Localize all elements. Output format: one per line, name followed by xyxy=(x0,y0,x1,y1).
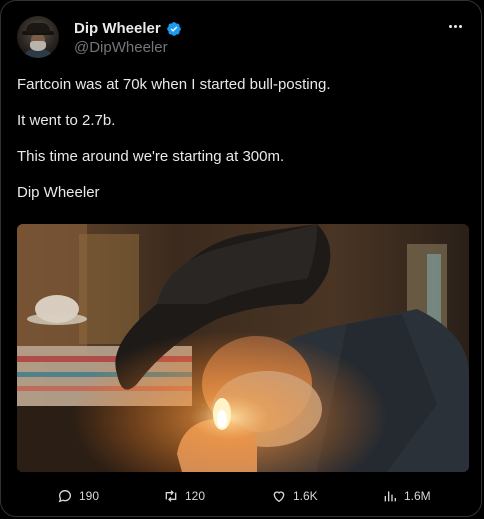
avatar-hat xyxy=(26,23,50,33)
author-display-name[interactable]: Dip Wheeler xyxy=(74,20,161,37)
more-options-icon[interactable] xyxy=(445,18,465,34)
views-button[interactable]: 1.6M xyxy=(382,488,431,504)
tweet-paragraph: It went to 2.7b. xyxy=(17,112,116,129)
more-dot xyxy=(453,24,457,28)
more-dot xyxy=(448,24,452,28)
tweet-paragraph: This time around we're starting at 300m. xyxy=(17,148,285,165)
retweet-count: 120 xyxy=(185,489,206,503)
author-handle[interactable]: @DipWheeler xyxy=(74,39,168,56)
tweet-header: Dip Wheeler @DipWheeler xyxy=(17,16,469,58)
cowboy-lighting-cigarette-photo xyxy=(17,224,469,472)
like-button[interactable]: 1.6K xyxy=(271,488,318,504)
tweet-paragraph: Fartcoin was at 70k when I started bull-… xyxy=(17,76,331,93)
retweet-button[interactable]: 120 xyxy=(163,488,205,504)
verified-badge-icon xyxy=(166,21,182,37)
heart-icon xyxy=(271,488,287,504)
tweet-actions: 190 120 1.6K 1.6M xyxy=(57,488,457,506)
reply-button[interactable]: 190 xyxy=(57,488,99,504)
reply-count: 190 xyxy=(79,489,100,503)
analytics-icon xyxy=(382,488,398,504)
avatar-beard xyxy=(30,41,46,51)
more-dot xyxy=(458,24,462,28)
like-count: 1.6K xyxy=(293,489,318,503)
author-name-row: Dip Wheeler xyxy=(74,20,182,37)
tweet-paragraph: Dip Wheeler xyxy=(17,184,100,201)
retweet-icon xyxy=(163,488,179,504)
tweet-text: Fartcoin was at 70k when I started bull-… xyxy=(17,75,467,219)
tweet-media-image[interactable] xyxy=(17,224,469,472)
reply-icon xyxy=(57,488,73,504)
avatar[interactable] xyxy=(17,16,59,58)
views-count: 1.6M xyxy=(404,489,431,503)
tweet-card: Dip Wheeler @DipWheeler Fartcoin was at … xyxy=(0,0,482,517)
